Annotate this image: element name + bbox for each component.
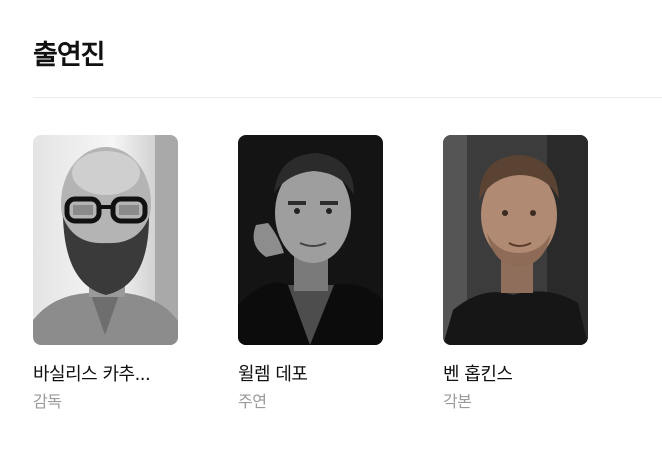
cast-section: 출연진 바실리스 카추... 감독 윌렘 데포 주연 벤 홉킨스 각본 bbox=[0, 0, 662, 458]
cast-name[interactable]: 윌렘 데포 bbox=[238, 363, 398, 387]
cast-role: 주연 bbox=[238, 392, 267, 411]
cast-card[interactable]: 벤 홉킨스 각본 bbox=[443, 135, 603, 413]
cast-card[interactable]: 윌렘 데포 주연 bbox=[238, 135, 398, 413]
cast-name[interactable]: 벤 홉킨스 bbox=[443, 363, 603, 387]
cast-name[interactable]: 바실리스 카추... bbox=[33, 363, 193, 387]
section-title: 출연진 bbox=[33, 40, 106, 71]
cast-role: 감독 bbox=[33, 392, 62, 411]
cast-photo[interactable] bbox=[33, 135, 178, 345]
cast-role: 각본 bbox=[443, 392, 472, 411]
cast-photo[interactable] bbox=[443, 135, 588, 345]
cast-photo[interactable] bbox=[238, 135, 383, 345]
cast-card[interactable]: 바실리스 카추... 감독 bbox=[33, 135, 193, 413]
divider bbox=[33, 97, 662, 98]
